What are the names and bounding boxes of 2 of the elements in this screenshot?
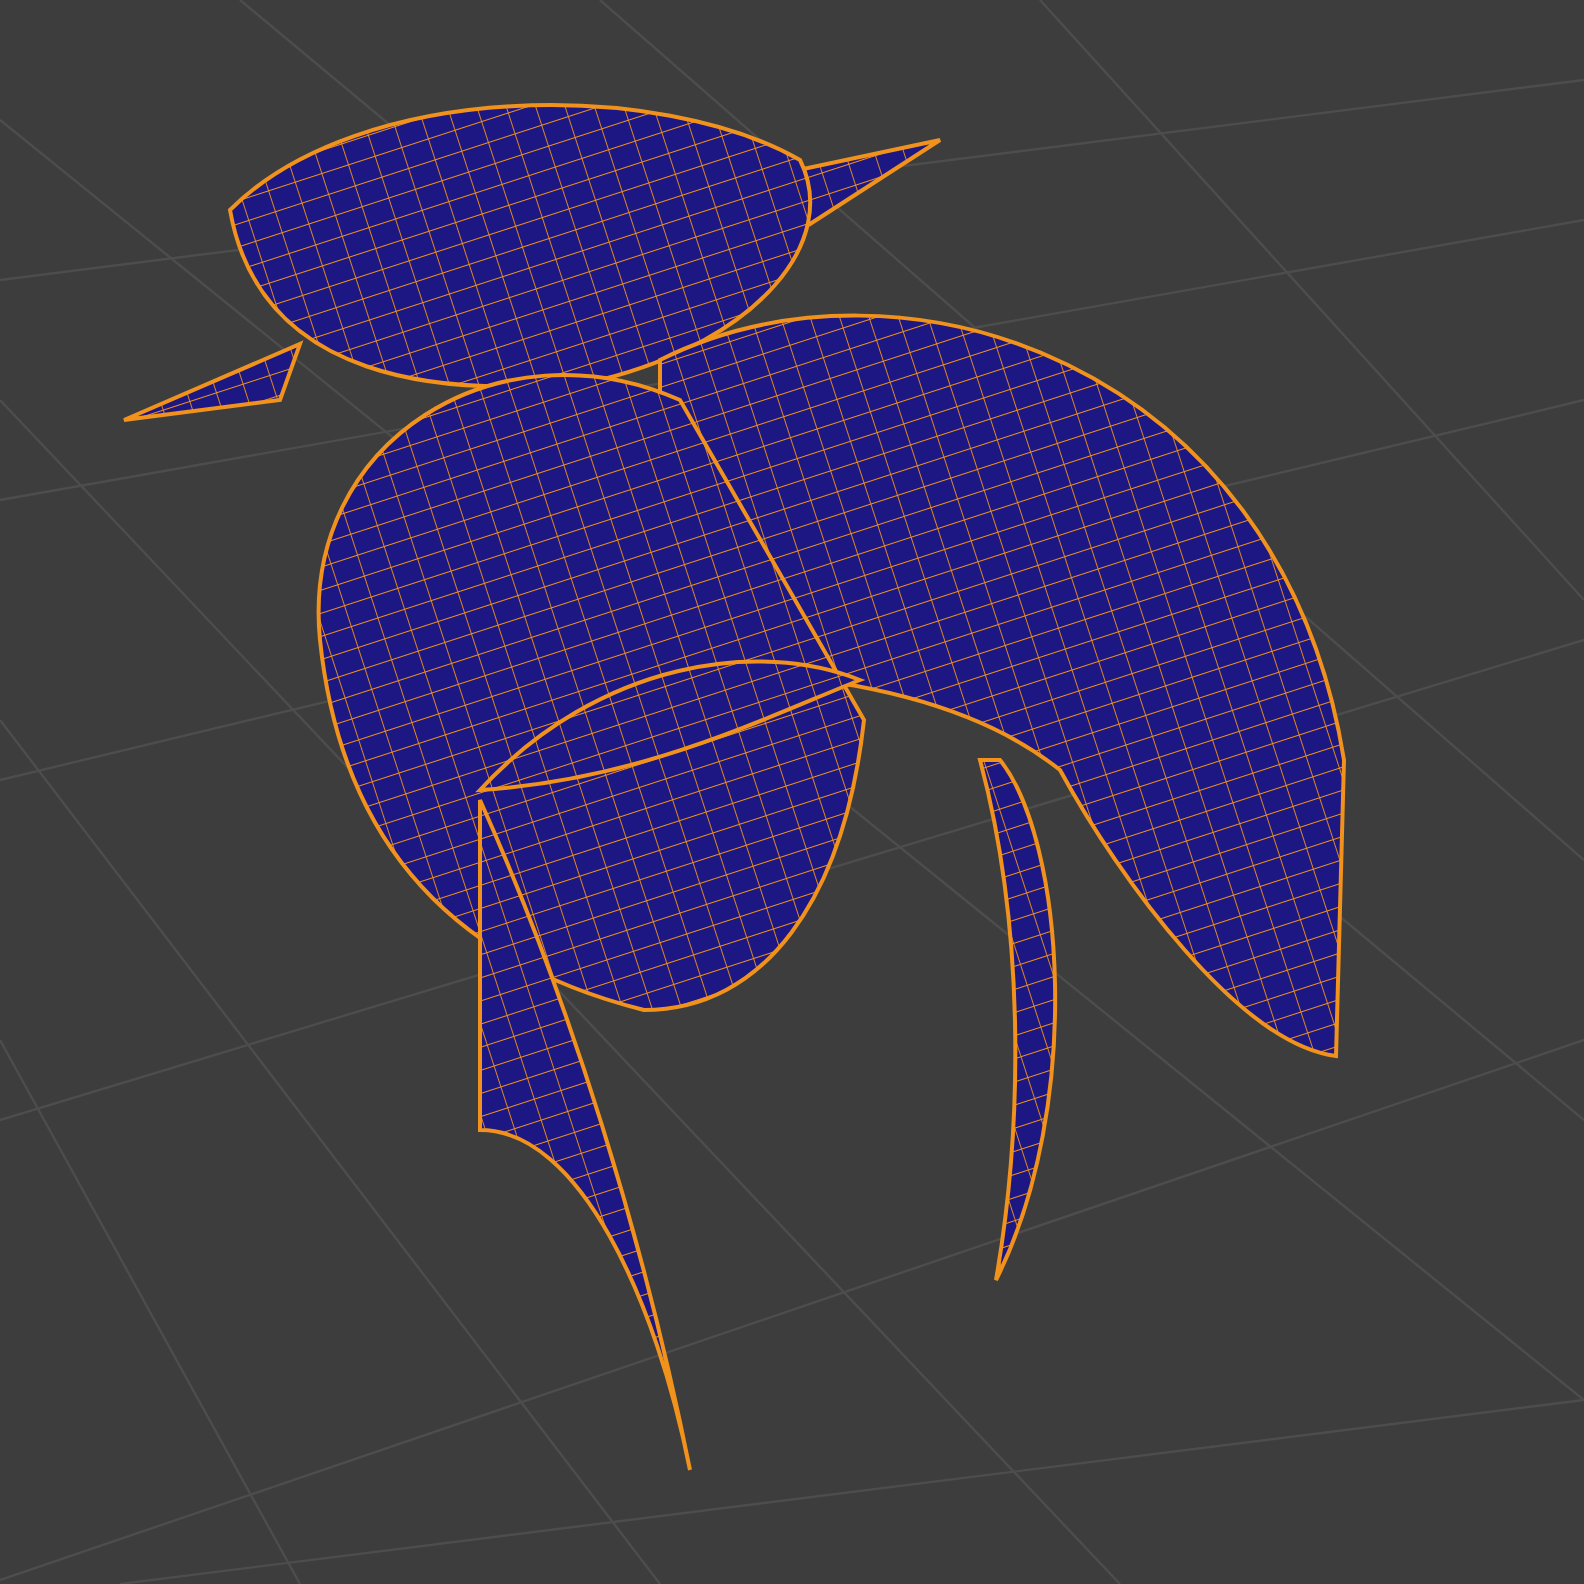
hair-mesh-drawing[interactable] <box>122 103 1346 1472</box>
viewport[interactable] <box>0 0 1584 1584</box>
